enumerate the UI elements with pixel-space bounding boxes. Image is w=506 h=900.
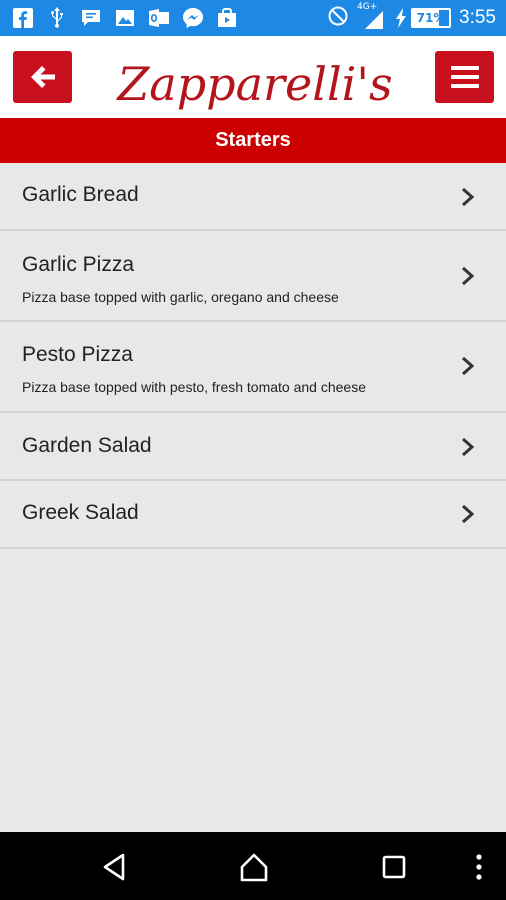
menu-item-garlic-bread[interactable]: Garlic Bread [0,163,506,231]
menu-item-description: Pizza base topped with pesto, fresh toma… [22,379,366,395]
chevron-right-icon [462,356,475,376]
arrow-left-icon [30,66,55,88]
image-icon [114,7,136,29]
app-header: Zapparelli's [0,36,506,118]
status-bar: 4G+ 71% 3:55 [0,0,506,36]
notification-icons [12,7,238,29]
battery-percent: 71% [416,11,446,25]
back-triangle-icon[interactable] [97,850,131,884]
svg-text:Zapparelli's: Zapparelli's [115,57,392,111]
more-vert-icon[interactable] [462,850,496,884]
facebook-icon [12,7,34,29]
menu-item-garlic-pizza[interactable]: Garlic Pizza Pizza base topped with garl… [0,231,506,322]
menu-item-title: Garlic Pizza [22,253,135,276]
battery-icon: 71% [411,8,452,28]
do-not-disturb-icon [327,5,349,31]
system-indicators: 4G+ 71% 3:55 [327,2,496,31]
menu-list: Garlic Bread Garlic Pizza Pizza base top… [0,163,506,549]
battery-indicator: 71% [395,8,452,28]
recents-icon[interactable] [377,850,411,884]
charging-icon [396,8,407,28]
menu-item-greek-salad[interactable]: Greek Salad [0,481,506,549]
chevron-right-icon [462,437,475,457]
menu-item-title: Pesto Pizza [22,343,133,366]
back-button[interactable] [13,51,72,103]
messenger-icon [182,7,204,29]
hamburger-menu-icon [450,66,479,88]
chat-icon [80,7,102,29]
system-nav-bar [0,832,506,900]
menu-item-title: Garden Salad [22,434,152,457]
chevron-right-icon [462,187,475,207]
home-icon[interactable] [237,850,271,884]
usb-icon [46,7,68,29]
outlook-icon [148,7,170,29]
clock: 3:55 [459,7,496,28]
menu-item-pesto-pizza[interactable]: Pesto Pizza Pizza base topped with pesto… [0,322,506,413]
menu-item-garden-salad[interactable]: Garden Salad [0,413,506,481]
chevron-right-icon [462,504,475,524]
signal-icon: 4G+ [357,2,387,31]
store-icon [216,7,238,29]
menu-item-title: Greek Salad [22,501,139,524]
menu-button[interactable] [435,51,494,103]
menu-item-title: Garlic Bread [22,183,139,206]
zapparellis-logo: Zapparelli's [115,57,392,111]
chevron-right-icon [462,266,475,286]
menu-item-description: Pizza base topped with garlic, oregano a… [22,289,339,305]
section-title: Starters [0,118,506,163]
